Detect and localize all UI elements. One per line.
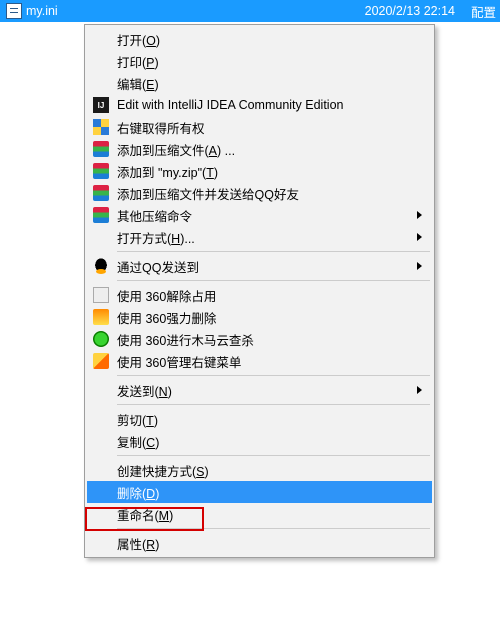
label: 右键取得所有权 bbox=[117, 118, 205, 137]
menu-360-force-delete[interactable]: 使用 360强力删除 bbox=[87, 306, 432, 328]
360-icon bbox=[93, 309, 109, 325]
menu-delete[interactable]: 删除(D) bbox=[87, 481, 432, 503]
label: 打开(O) bbox=[117, 30, 160, 49]
menu-qq-send[interactable]: 通过QQ发送到 bbox=[87, 255, 432, 277]
360-icon bbox=[93, 287, 109, 303]
archive-icon bbox=[93, 185, 109, 201]
separator bbox=[117, 404, 430, 405]
menu-create-shortcut[interactable]: 创建快捷方式(S) bbox=[87, 459, 432, 481]
label: 使用 360进行木马云查杀 bbox=[117, 330, 254, 349]
label: 添加到压缩文件(A) ... bbox=[117, 140, 235, 159]
separator bbox=[117, 280, 430, 281]
qq-icon bbox=[93, 258, 109, 274]
label: 添加到压缩文件并发送给QQ好友 bbox=[117, 184, 299, 203]
label: 删除(D) bbox=[117, 483, 159, 502]
menu-360-unlock[interactable]: 使用 360解除占用 bbox=[87, 284, 432, 306]
submenu-arrow-icon bbox=[417, 386, 422, 394]
file-name: my.ini bbox=[26, 4, 58, 18]
menu-cut[interactable]: 剪切(T) bbox=[87, 408, 432, 430]
separator bbox=[117, 251, 430, 252]
label: 重命名(M) bbox=[117, 505, 173, 524]
separator bbox=[117, 528, 430, 529]
label: 剪切(T) bbox=[117, 410, 158, 429]
separator bbox=[117, 455, 430, 456]
menu-edit-intellij[interactable]: IJ Edit with IntelliJ IDEA Community Edi… bbox=[87, 94, 432, 116]
file-type: 配置 bbox=[471, 2, 496, 21]
label: 使用 360强力删除 bbox=[117, 308, 216, 327]
menu-properties[interactable]: 属性(R) bbox=[87, 532, 432, 554]
intellij-icon: IJ bbox=[93, 97, 109, 113]
label: 发送到(N) bbox=[117, 381, 172, 400]
menu-360-cloud-scan[interactable]: 使用 360进行木马云查杀 bbox=[87, 328, 432, 350]
menu-open-with[interactable]: 打开方式(H)... bbox=[87, 226, 432, 248]
archive-icon bbox=[93, 141, 109, 157]
label: 打开方式(H)... bbox=[117, 228, 195, 247]
label: Edit with IntelliJ IDEA Community Editio… bbox=[117, 98, 343, 112]
menu-send-to[interactable]: 发送到(N) bbox=[87, 379, 432, 401]
submenu-arrow-icon bbox=[417, 262, 422, 270]
menu-360-manage-context[interactable]: 使用 360管理右键菜单 bbox=[87, 350, 432, 372]
label: 属性(R) bbox=[117, 534, 159, 553]
separator bbox=[117, 375, 430, 376]
label: 复制(C) bbox=[117, 432, 159, 451]
menu-archive-add[interactable]: 添加到压缩文件(A) ... bbox=[87, 138, 432, 160]
menu-archive-other[interactable]: 其他压缩命令 bbox=[87, 204, 432, 226]
label: 通过QQ发送到 bbox=[117, 257, 199, 276]
file-row[interactable]: my.ini 2020/2/13 22:14 配置 bbox=[0, 0, 500, 22]
360-icon bbox=[93, 331, 109, 347]
menu-open[interactable]: 打开(O) bbox=[87, 28, 432, 50]
label: 创建快捷方式(S) bbox=[117, 461, 209, 480]
archive-icon bbox=[93, 163, 109, 179]
ini-file-icon bbox=[6, 3, 22, 19]
menu-print[interactable]: 打印(P) bbox=[87, 50, 432, 72]
submenu-arrow-icon bbox=[417, 233, 422, 241]
label: 其他压缩命令 bbox=[117, 206, 192, 225]
label: 打印(P) bbox=[117, 52, 159, 71]
archive-icon bbox=[93, 207, 109, 223]
file-date: 2020/2/13 22:14 bbox=[365, 4, 455, 18]
360-icon bbox=[93, 353, 109, 369]
submenu-arrow-icon bbox=[417, 211, 422, 219]
menu-take-ownership[interactable]: 右键取得所有权 bbox=[87, 116, 432, 138]
label: 添加到 "my.zip"(T) bbox=[117, 162, 218, 181]
menu-edit[interactable]: 编辑(E) bbox=[87, 72, 432, 94]
label: 使用 360管理右键菜单 bbox=[117, 352, 241, 371]
shield-icon bbox=[93, 119, 109, 135]
menu-copy[interactable]: 复制(C) bbox=[87, 430, 432, 452]
label: 使用 360解除占用 bbox=[117, 286, 216, 305]
menu-archive-mail[interactable]: 添加到压缩文件并发送给QQ好友 bbox=[87, 182, 432, 204]
label: 编辑(E) bbox=[117, 74, 159, 93]
menu-archive-myzip[interactable]: 添加到 "my.zip"(T) bbox=[87, 160, 432, 182]
context-menu: 打开(O) 打印(P) 编辑(E) IJ Edit with IntelliJ … bbox=[84, 24, 435, 558]
menu-rename[interactable]: 重命名(M) bbox=[87, 503, 432, 525]
